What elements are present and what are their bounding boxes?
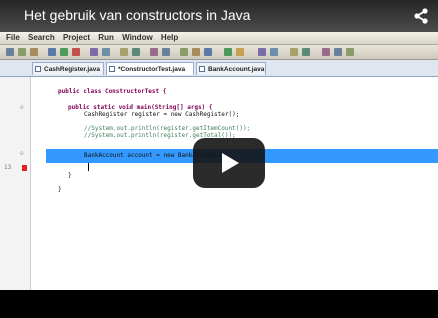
text-cursor: [88, 163, 89, 171]
video-title-bar: Het gebruik van constructors in Java: [0, 0, 438, 32]
code-line: }: [58, 186, 62, 193]
share-icon[interactable]: [412, 7, 430, 25]
play-icon: [222, 153, 239, 173]
code-line: }: [68, 172, 72, 179]
video-title[interactable]: Het gebruik van constructors in Java: [24, 7, 250, 23]
player-bottom-bar: [0, 290, 438, 318]
code-line: public static void main(String[] args) {: [68, 104, 213, 111]
code-line: public class ConstructorTest {: [58, 88, 167, 95]
code-line: //System.out.println(register.getItemCou…: [84, 125, 251, 132]
video-player[interactable]: File Search Project Run Window Help Cash…: [0, 0, 438, 318]
code-line: CashRegister register = new CashRegister…: [84, 111, 240, 118]
play-button[interactable]: [193, 138, 265, 188]
